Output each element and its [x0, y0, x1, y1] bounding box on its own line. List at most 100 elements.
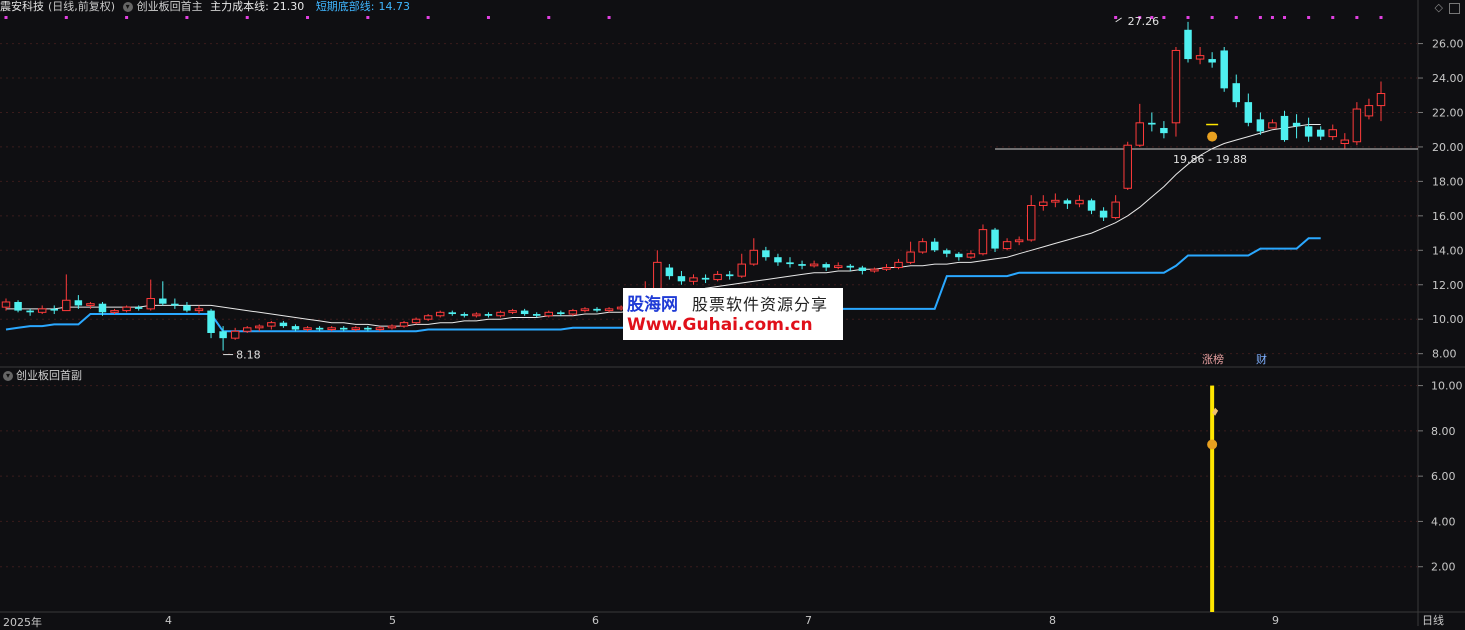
candle-body [955, 253, 963, 258]
candle-body [1376, 93, 1386, 107]
watermark-brand: 股海网 [627, 295, 678, 315]
candle-body [171, 303, 179, 306]
candle-body [387, 325, 397, 329]
candle-body [1014, 239, 1024, 243]
x-axis-label: 6 [592, 614, 599, 627]
candle-body [37, 308, 47, 313]
candle-body [786, 262, 794, 265]
candle-body [460, 314, 469, 316]
y-tick-label: 22.00 [1432, 106, 1464, 119]
candle-body [86, 303, 95, 306]
candle-body [604, 308, 614, 312]
candle-body [1039, 201, 1048, 207]
candle-body [183, 305, 191, 311]
candle-body [1208, 59, 1216, 63]
candle-body [134, 307, 143, 309]
signal-marker [426, 16, 430, 19]
candle-body [255, 325, 264, 329]
candle-body [870, 268, 879, 272]
candle-body [472, 313, 481, 317]
y-tick-label: 14.00 [1432, 244, 1464, 257]
x-axis-label: 2025年 [3, 616, 42, 629]
y-tick-label: 8.00 [1432, 348, 1457, 361]
y-tick-label: 10.00 [1432, 313, 1464, 326]
candle-body [749, 249, 759, 265]
y-tick-label: 2.00 [1431, 561, 1456, 574]
candle-body [1026, 205, 1036, 241]
candle-body [315, 327, 324, 330]
candle-body [1256, 119, 1265, 132]
candle-body [364, 327, 372, 330]
y-tick-label: 6.00 [1431, 470, 1456, 483]
candle-body [557, 312, 565, 315]
candle-body [423, 315, 433, 320]
y-tick-label: 26.00 [1432, 38, 1464, 51]
y-tick-label: 24.00 [1432, 72, 1464, 85]
signal-marker [1355, 16, 1359, 19]
candle-body [1063, 200, 1072, 204]
candle-body [1340, 139, 1350, 144]
candle-body [1123, 144, 1132, 189]
candle-body [207, 310, 215, 333]
candle-body [98, 303, 107, 313]
candle-body [159, 298, 167, 304]
candle-body [194, 308, 204, 312]
candle-body [1135, 122, 1145, 146]
candle-body [1304, 126, 1313, 137]
signal-marker [306, 16, 310, 19]
y-tick-label: 10.00 [1431, 380, 1463, 393]
finance-tag[interactable]: 财 [1256, 353, 1267, 366]
candle-body [858, 267, 867, 271]
candle-body [1232, 83, 1241, 103]
candle-body [14, 301, 22, 311]
sub-indicator-name[interactable]: 创业板回首副 [16, 369, 82, 382]
x-axis-label: 9 [1272, 614, 1279, 627]
candle-body [219, 331, 227, 339]
signal-marker [607, 16, 611, 19]
chevron-down-icon[interactable]: ▾ [3, 371, 13, 381]
candle-body [448, 312, 457, 315]
signal-marker [64, 16, 68, 19]
candle-body [918, 241, 927, 253]
candle-body [846, 265, 855, 268]
limit-list-tag[interactable]: 涨榜 [1202, 353, 1224, 366]
candle-body [26, 310, 34, 313]
candle-body [303, 327, 312, 331]
candle-body [1268, 122, 1277, 129]
y-tick-label: 20.00 [1432, 141, 1464, 154]
candle-body [906, 251, 915, 263]
candle-body [943, 250, 951, 254]
x-axis-label: 8 [1049, 614, 1056, 627]
signal-marker [1283, 16, 1287, 19]
candle-body [1160, 127, 1168, 134]
candle-body [1244, 102, 1253, 123]
candle-body [1352, 108, 1362, 143]
range-label: 19.86 - 19.88 [1173, 153, 1247, 166]
candle-body [1, 301, 11, 308]
candle-body [725, 274, 734, 277]
candle-body [496, 311, 505, 317]
candle-body [894, 261, 903, 269]
candle-body [978, 229, 988, 255]
candle-body [544, 311, 554, 317]
signal-marker [366, 16, 370, 19]
signal-marker [4, 16, 8, 19]
sub-panel-header: ▾ 创业板回首副 [3, 369, 82, 383]
candle-body [375, 327, 385, 331]
signal-marker [547, 16, 551, 19]
watermark-url: Www.Guhai.com.cn [627, 315, 813, 335]
candle-body [833, 265, 843, 269]
candle-body [568, 310, 578, 315]
candle-body [930, 241, 939, 251]
candle-body [146, 298, 155, 310]
candle-body [966, 253, 976, 258]
candle-body [1087, 200, 1096, 211]
candle-body [1316, 129, 1325, 137]
candle-body [291, 326, 300, 330]
candle-body [1184, 29, 1192, 60]
candle-body [677, 276, 686, 282]
candle-body [62, 299, 71, 312]
signal-marker [185, 16, 189, 19]
candle-body [230, 330, 240, 339]
candle-body [1328, 129, 1337, 138]
